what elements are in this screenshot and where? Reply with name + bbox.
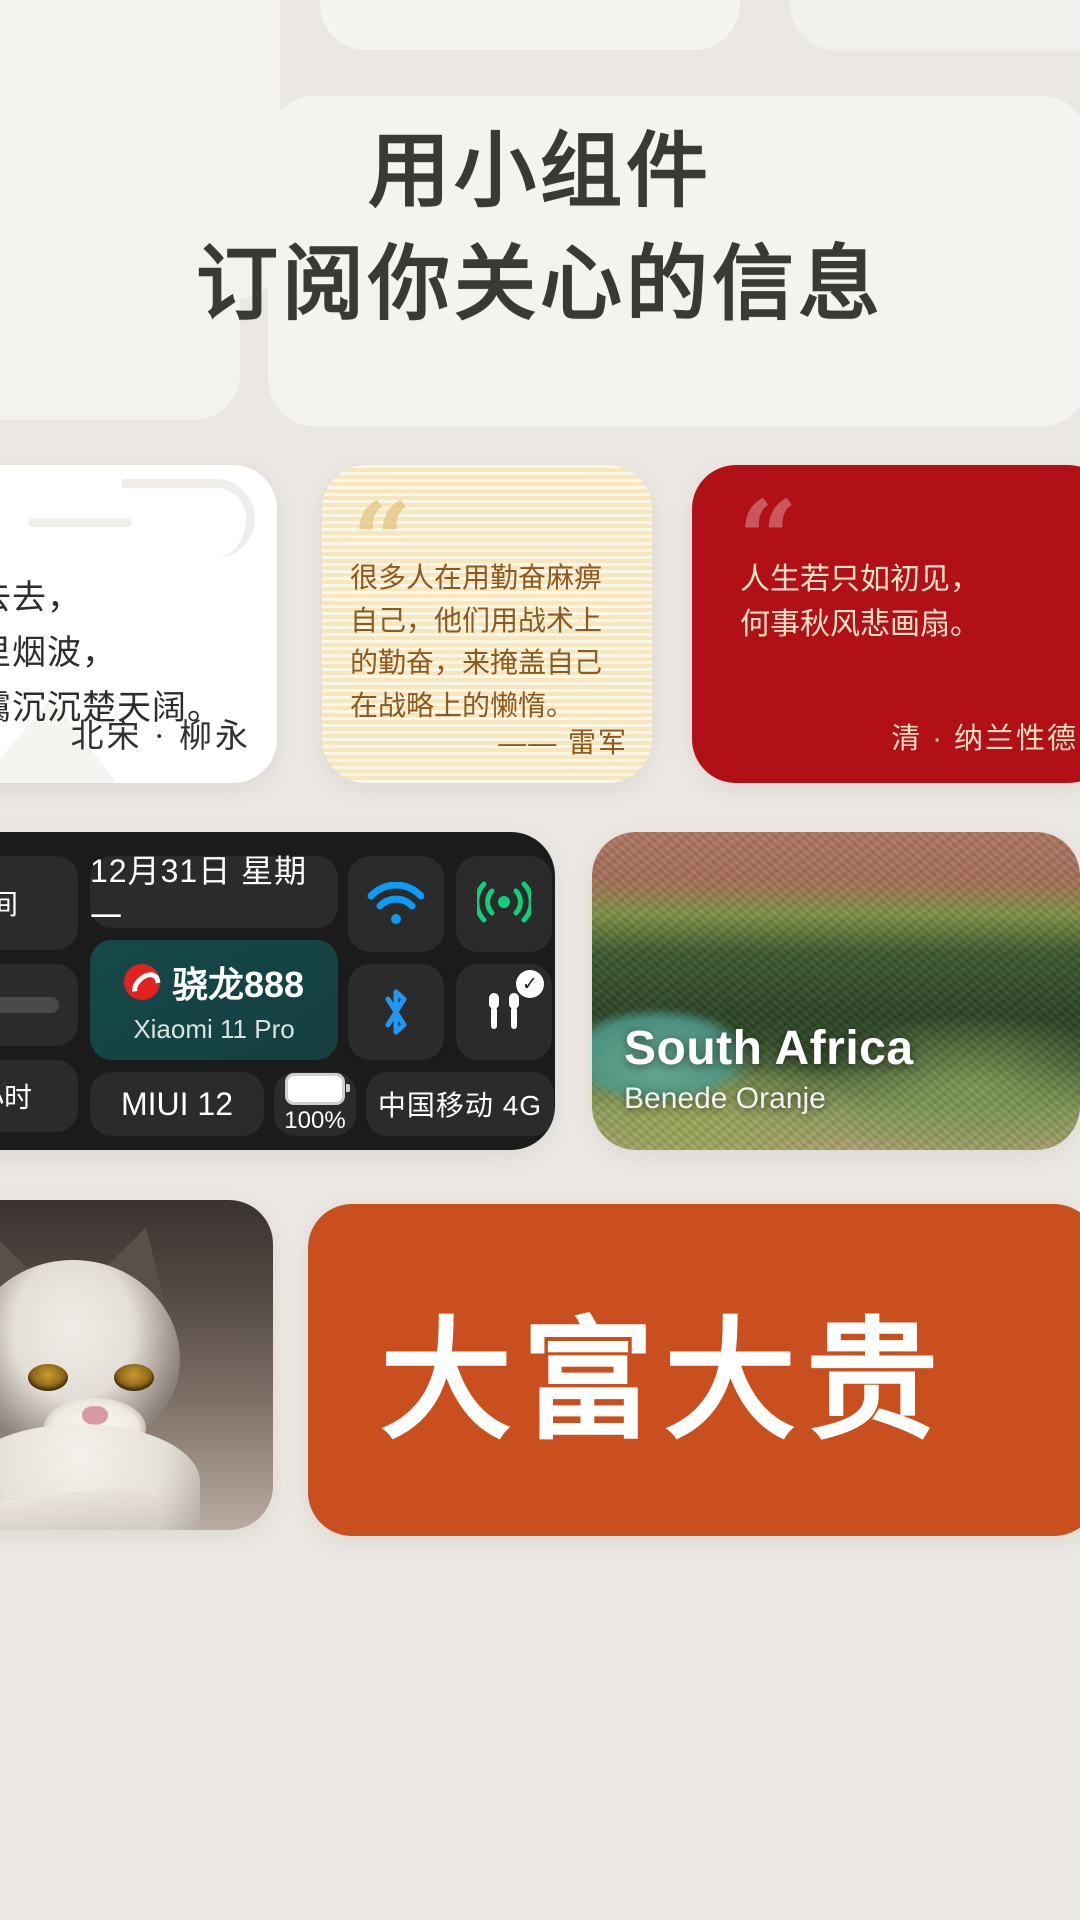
quote-widget-red[interactable]: “ 人生若只如初见， 何事秋风悲画扇。 清 · 纳兰性德: [692, 465, 1080, 783]
bluetooth-icon: [385, 989, 407, 1035]
hero-section: 用小组件 订阅你关心的信息: [0, 0, 1080, 540]
decorative-card-placeholder: [790, 0, 1080, 50]
fortune-text: 大富大贵: [380, 1308, 948, 1456]
bluetooth-toggle[interactable]: [348, 964, 444, 1060]
cellular-toggle[interactable]: [456, 856, 552, 952]
quote-attribution: —— 雷军: [498, 727, 628, 758]
earbuds-connected-badge: ✓: [516, 970, 544, 998]
cloud-decor-icon: [28, 479, 255, 558]
snapdragon-logo-icon: [123, 963, 160, 1000]
uptime-label: 小时: [0, 1082, 32, 1113]
battery-percent-label: 100%: [284, 1107, 346, 1134]
battery-chip[interactable]: 100%: [274, 1072, 356, 1136]
headline-line-2: 订阅你关心的信息: [195, 238, 884, 330]
cat-eye-left: [28, 1364, 68, 1391]
os-version-label: MIUI 12: [120, 1085, 234, 1122]
screen-root: 用小组件 订阅你关心的信息 念去去， 千里烟波， 暮霭沉沉楚天阔。 北宋 · 柳…: [0, 0, 1080, 1920]
map-title: South Africa: [624, 1022, 914, 1075]
cellular-signal-icon: [477, 881, 531, 923]
cpu-chip[interactable]: 骁龙888 Xiaomi 11 Pro: [90, 940, 338, 1060]
earbuds-toggle[interactable]: ✓: [456, 964, 552, 1060]
photo-widget-cat[interactable]: [0, 1200, 273, 1530]
storage-slider-chip[interactable]: [0, 964, 78, 1046]
cat-nose: [82, 1406, 108, 1425]
poem-widget[interactable]: 念去去， 千里烟波， 暮霭沉沉楚天阔。 北宋 · 柳永: [0, 465, 277, 783]
uptime-chip[interactable]: 小时: [0, 1060, 78, 1132]
clock-chip[interactable]: 间: [0, 856, 78, 950]
poem-author: 北宋 · 柳永: [70, 719, 251, 755]
headline-line-1: 用小组件: [367, 126, 712, 217]
quote-attribution: 清 · 纳兰性德: [891, 723, 1078, 755]
quote-text: 人生若只如初见， 何事秋风悲画扇。: [740, 563, 980, 641]
quote-text: 很多人在用勤奋麻痹自己，他们用战术上的勤奋，来掩盖自己在战略上的懒惰。: [350, 562, 603, 721]
cpu-title-row: 骁龙888: [123, 956, 305, 1008]
device-model: Xiaomi 11 Pro: [133, 1013, 295, 1044]
clock-label: 间: [0, 889, 18, 920]
wifi-icon: [367, 882, 425, 924]
date-chip[interactable]: 12月31日 星期一: [90, 853, 338, 935]
battery-icon: [285, 1073, 350, 1105]
widget-row-system: 间 小时 12月31日 星期一 骁龙888 Xiaomi 11 Pro MIUI…: [0, 832, 1080, 1162]
carrier-label: 中国移动 4G: [377, 1090, 543, 1121]
cat-eye-right: [114, 1364, 154, 1391]
os-version-chip[interactable]: MIUI 12: [90, 1072, 264, 1136]
cpu-name: 骁龙888: [171, 963, 305, 1005]
satellite-map-widget[interactable]: South Africa Benede Oranje: [592, 832, 1080, 1150]
cat-photo: [0, 1215, 226, 1530]
map-subtitle: Benede Oranje: [624, 1082, 826, 1115]
earbuds-icon: [489, 993, 519, 1029]
widget-row-photo: 大富大贵: [0, 1200, 1080, 1600]
system-info-widget[interactable]: 间 小时 12月31日 星期一 骁龙888 Xiaomi 11 Pro MIUI…: [0, 832, 555, 1150]
date-label: 12月31日 星期一: [90, 853, 308, 935]
wifi-toggle[interactable]: [348, 856, 444, 952]
decorative-card-placeholder: [320, 0, 740, 50]
fortune-widget[interactable]: 大富大贵: [308, 1204, 1080, 1536]
widget-row-quotes: 念去去， 千里烟波， 暮霭沉沉楚天阔。 北宋 · 柳永 “ 很多人在用勤奋麻痹自…: [0, 465, 1080, 795]
carrier-chip[interactable]: 中国移动 4G: [366, 1072, 554, 1136]
page-title: 用小组件 订阅你关心的信息: [0, 120, 1080, 338]
quote-widget-yellow[interactable]: “ 很多人在用勤奋麻痹自己，他们用战术上的勤奋，来掩盖自己在战略上的懒惰。 ——…: [322, 465, 652, 783]
slider-track[interactable]: [0, 997, 59, 1013]
